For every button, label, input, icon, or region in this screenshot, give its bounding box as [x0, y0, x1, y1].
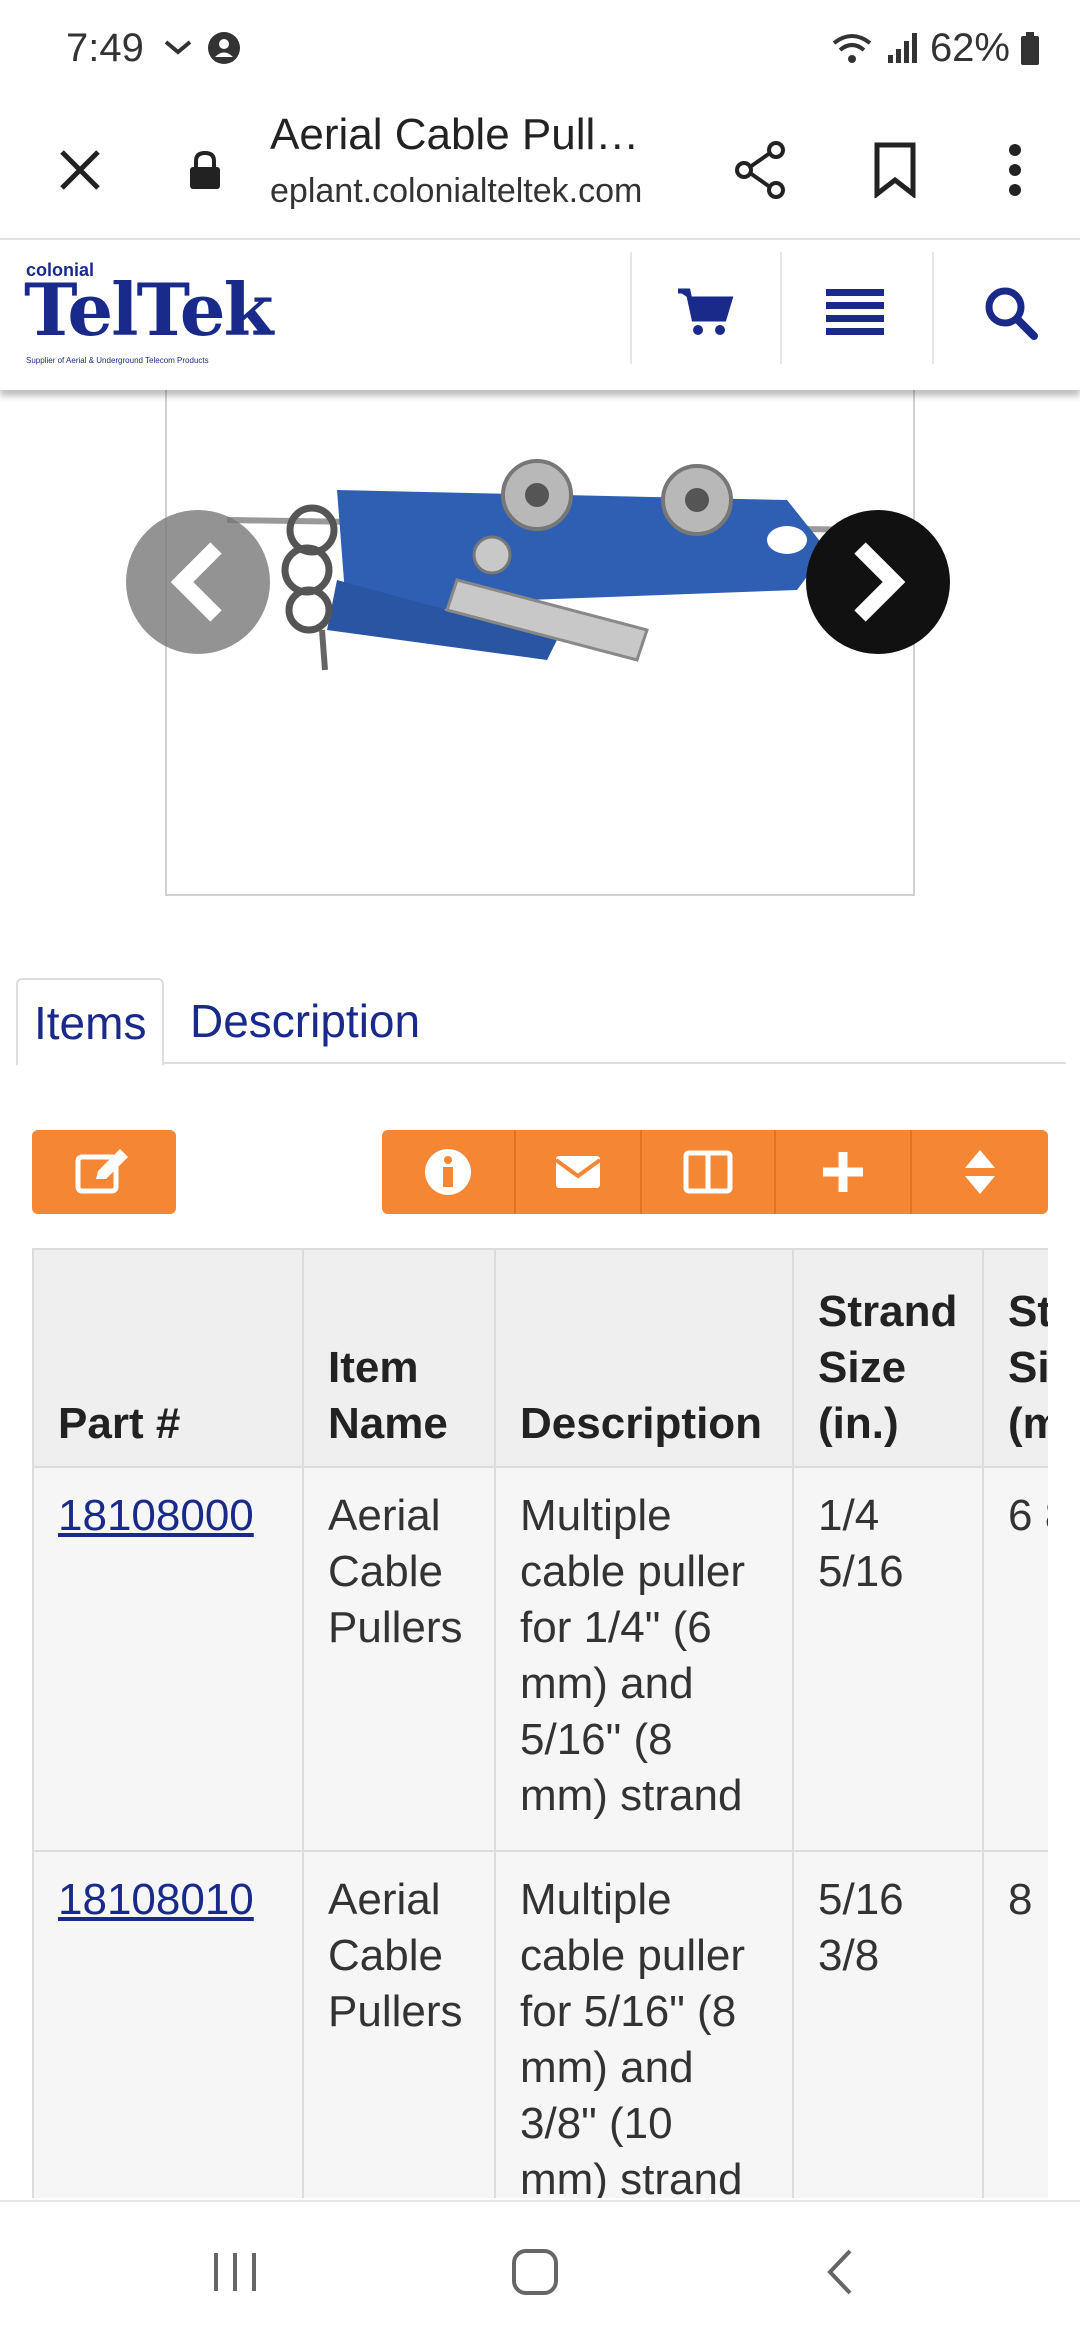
table-row: 18108000 Aerial Cable Pullers Multiple c…: [32, 1466, 1048, 1852]
strand-mm-cell: 6 8: [982, 1466, 1048, 1852]
page-url[interactable]: eplant.colonialteltek.com: [270, 172, 642, 211]
sort-icon: [965, 1150, 995, 1194]
strand-in-cell: 1/4 5/16: [792, 1466, 984, 1852]
cart-button[interactable]: [665, 272, 745, 352]
cart-icon: [678, 288, 734, 335]
system-nav-bar: [0, 2200, 1080, 2340]
page-title[interactable]: Aerial Cable Pull…: [270, 110, 639, 160]
back-icon: [827, 2249, 852, 2295]
browser-toolbar: Aerial Cable Pull… eplant.colonialteltek…: [0, 100, 1080, 240]
recent-apps-button[interactable]: [200, 2242, 270, 2302]
description-cell: Multiple cable puller for 5/16" (8 mm) a…: [494, 1850, 794, 2198]
more-options-button[interactable]: [975, 130, 1055, 210]
col-header-description[interactable]: Description: [494, 1248, 794, 1468]
secure-lock[interactable]: [180, 140, 230, 200]
strand-mm-cell: 8 10: [982, 1850, 1048, 2198]
menu-button[interactable]: [815, 272, 895, 352]
chevron-right-icon: [854, 542, 906, 622]
bookmark-icon: [874, 142, 916, 198]
header-divider: [780, 252, 782, 364]
header-divider: [932, 252, 934, 364]
carousel-next-button[interactable]: [806, 510, 950, 654]
item-name-cell: Aerial Cable Pullers: [302, 1850, 496, 2198]
product-tabs: Items Description: [16, 978, 1066, 1066]
email-button[interactable]: [516, 1130, 642, 1214]
table-row: 18108010 Aerial Cable Pullers Multiple c…: [32, 1850, 1048, 2198]
site-logo[interactable]: colonial TelTek Supplier of Aerial & Und…: [24, 260, 273, 370]
status-bar: 7:49 62%: [0, 0, 1080, 100]
items-table: Part # Item Name Description Strand Size…: [32, 1248, 1048, 2198]
logo-tagline: Supplier of Aerial & Underground Telecom…: [26, 356, 209, 365]
part-number-link[interactable]: 18108010: [58, 1875, 254, 1924]
part-number-link[interactable]: 18108000: [58, 1491, 254, 1540]
battery-icon: [1021, 31, 1039, 65]
columns-icon: [683, 1150, 733, 1194]
col-header-strand-size-in[interactable]: Strand Size (in.): [792, 1248, 984, 1468]
share-icon: [735, 141, 785, 199]
share-button[interactable]: [720, 130, 800, 210]
back-button[interactable]: [805, 2242, 875, 2302]
col-header-part[interactable]: Part #: [32, 1248, 304, 1468]
header-divider: [630, 252, 632, 364]
status-icons: [160, 30, 242, 66]
compare-columns-button[interactable]: [642, 1130, 776, 1214]
add-button[interactable]: [776, 1130, 912, 1214]
search-button[interactable]: [970, 272, 1050, 352]
col-header-strand-size-mm[interactable]: Strand Size (mm): [982, 1248, 1048, 1468]
tab-items[interactable]: Items: [16, 978, 165, 1066]
product-image-frame: [165, 380, 915, 896]
sort-button[interactable]: [912, 1130, 1048, 1214]
missed-call-icon: [164, 40, 192, 55]
recent-apps-icon: [214, 2253, 256, 2291]
info-button[interactable]: [382, 1130, 516, 1214]
site-header: colonial TelTek Supplier of Aerial & Und…: [0, 242, 1080, 390]
item-name-cell: Aerial Cable Pullers: [302, 1466, 496, 1852]
info-icon: [425, 1149, 471, 1195]
edit-button[interactable]: [32, 1130, 176, 1214]
table-tools-group: [382, 1130, 1048, 1214]
lock-icon: [190, 150, 220, 189]
more-vert-icon: [1009, 144, 1021, 196]
close-tab-button[interactable]: [40, 130, 120, 210]
chevron-left-icon: [170, 542, 222, 622]
carousel-prev-button[interactable]: [126, 510, 270, 654]
menu-icon: [826, 289, 884, 335]
search-icon: [985, 287, 1038, 340]
tab-description[interactable]: Description: [174, 978, 436, 1066]
status-time: 7:49: [66, 26, 144, 70]
email-icon: [554, 1156, 602, 1188]
logo-main-text: TelTek: [24, 267, 273, 352]
edit-icon: [75, 1149, 128, 1194]
col-header-item-name[interactable]: Item Name: [302, 1248, 496, 1468]
battery-percent: 62%: [929, 26, 1010, 70]
description-cell: Multiple cable puller for 1/4" (6 mm) an…: [494, 1466, 794, 1852]
bookmark-button[interactable]: [855, 130, 935, 210]
account-icon: [208, 32, 240, 64]
close-icon: [60, 150, 100, 190]
signal-icon: [887, 32, 917, 63]
wifi-icon: [832, 33, 872, 63]
home-icon: [512, 2249, 558, 2295]
plus-icon: [823, 1152, 863, 1192]
strand-in-cell: 5/16 3/8: [792, 1850, 984, 2198]
product-photo: [227, 459, 867, 671]
home-button[interactable]: [500, 2242, 570, 2302]
